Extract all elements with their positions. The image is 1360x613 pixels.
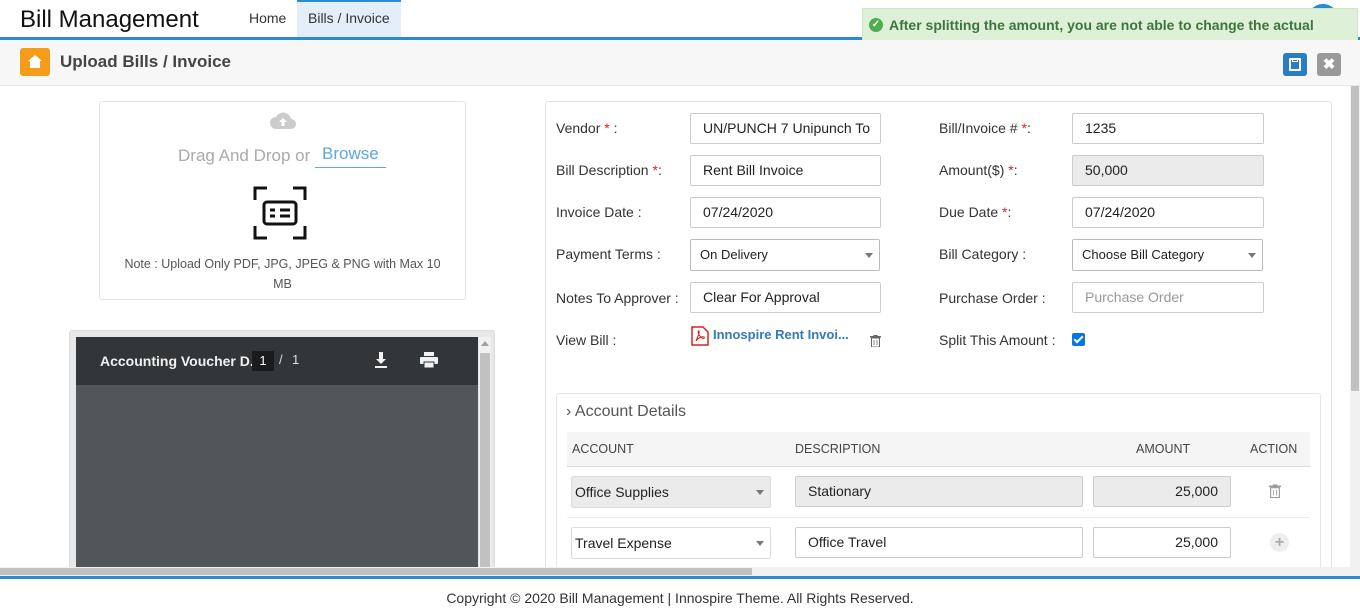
col-amount: AMOUNT xyxy=(1136,442,1191,456)
account-select: Office Supplies xyxy=(571,476,771,508)
page-horizontal-scrollbar[interactable] xyxy=(0,567,1360,576)
pdf-page-separator: / xyxy=(279,352,283,367)
print-icon[interactable] xyxy=(420,352,438,368)
close-button[interactable]: ✖ xyxy=(1317,53,1341,76)
chevron-down-icon xyxy=(1248,253,1256,258)
app-title: Bill Management xyxy=(20,6,199,33)
notes-to-approver-input[interactable]: Clear For Approval xyxy=(690,282,881,313)
amount-input[interactable]: 25,000 xyxy=(1093,527,1231,558)
bill-number-input[interactable]: 1235 xyxy=(1072,113,1264,144)
payment-terms-select[interactable]: On Delivery xyxy=(690,239,880,271)
purchase-order-input[interactable]: Purchase Order xyxy=(1072,282,1264,313)
add-row-button[interactable]: + xyxy=(1270,533,1289,552)
col-account: ACCOUNT xyxy=(572,442,634,456)
save-button[interactable] xyxy=(1283,53,1307,76)
vendor-input[interactable]: UN/PUNCH 7 Unipunch To xyxy=(690,113,881,144)
account-value: Office Supplies xyxy=(575,484,669,500)
pdf-page-input[interactable]: 1 xyxy=(252,351,274,371)
description-input[interactable]: Office Travel xyxy=(795,527,1083,558)
vendor-label: Vendor * : xyxy=(556,120,618,136)
home-button[interactable] xyxy=(20,48,50,76)
upload-dropzone[interactable]: Drag And Drop or Browse Note : Upload On… xyxy=(99,101,466,300)
pdf-title: Accounting Voucher D... xyxy=(100,353,262,369)
bill-category-select[interactable]: Choose Bill Category xyxy=(1072,239,1263,271)
payment-terms-value: On Delivery xyxy=(700,247,768,262)
pdf-total-pages: 1 xyxy=(292,352,300,367)
row-divider xyxy=(567,517,1310,518)
chevron-down-icon xyxy=(756,490,764,495)
account-details-toggle[interactable]: › Account Details xyxy=(566,403,686,421)
due-date-label: Due Date *: xyxy=(939,204,1012,220)
split-amount-label: Split This Amount : xyxy=(939,332,1056,348)
nav-bills-invoice[interactable]: Bills / Invoice xyxy=(297,0,401,37)
upload-note: Note : Upload Only PDF, JPG, JPEG & PNG … xyxy=(124,257,441,291)
cloud-upload-icon xyxy=(270,112,296,129)
bill-description-input[interactable]: Rent Bill Invoice xyxy=(690,155,881,186)
scroll-up-arrow-icon[interactable] xyxy=(481,341,489,346)
split-amount-checkbox[interactable] xyxy=(1072,333,1085,346)
footer-copyright: Copyright © 2020 Bill Management | Innos… xyxy=(446,590,914,606)
account-select[interactable]: Travel Expense xyxy=(571,527,771,559)
page-header: Upload Bills / Invoice ✖ xyxy=(0,40,1360,86)
amount-label: Amount($) *: xyxy=(939,162,1018,178)
col-description: DESCRIPTION xyxy=(795,442,881,456)
col-action: ACTION xyxy=(1250,442,1298,456)
bill-number-label: Bill/Invoice # *: xyxy=(939,120,1031,136)
account-value: Travel Expense xyxy=(575,535,672,551)
view-bill-label: View Bill : xyxy=(556,332,617,348)
check-circle-icon: ✓ xyxy=(869,18,883,32)
browse-button[interactable]: Browse xyxy=(315,142,386,168)
pdf-scrollbar[interactable] xyxy=(479,337,491,583)
drag-drop-text: Drag And Drop or xyxy=(178,146,311,165)
pdf-toolbar: Accounting Voucher D... 1 / 1 xyxy=(76,337,478,385)
pdf-canvas: Accounting Voucher D... 1 / 1 xyxy=(76,337,478,587)
page-vertical-scrollbar[interactable] xyxy=(1350,86,1360,568)
chevron-down-icon xyxy=(865,253,873,258)
amount-input: 50,000 xyxy=(1072,155,1264,186)
nav-home[interactable]: Home xyxy=(238,0,297,37)
bill-category-value: Choose Bill Category xyxy=(1082,247,1205,262)
description-input: Stationary xyxy=(795,476,1083,507)
invoice-date-label: Invoice Date : xyxy=(556,204,642,220)
notes-to-approver-label: Notes To Approver : xyxy=(556,290,679,306)
bill-file-link[interactable]: Innospire Rent Invoi... xyxy=(713,327,849,342)
success-toast: ✓ After splitting the amount, you are no… xyxy=(862,8,1358,66)
page-title: Upload Bills / Invoice xyxy=(60,52,231,71)
pdf-preview: Accounting Voucher D... 1 / 1 xyxy=(69,330,495,587)
purchase-order-label: Purchase Order : xyxy=(939,290,1046,306)
bill-description-label: Bill Description *: xyxy=(556,162,662,178)
invoice-date-input[interactable]: 07/24/2020 xyxy=(690,197,881,228)
account-table-header xyxy=(567,432,1310,467)
bill-category-label: Bill Category : xyxy=(939,246,1027,262)
due-date-input[interactable]: 07/24/2020 xyxy=(1072,197,1264,228)
document-scan-icon xyxy=(253,186,307,240)
footer: Copyright © 2020 Bill Management | Innos… xyxy=(0,576,1360,613)
chevron-down-icon xyxy=(756,541,764,546)
delete-file-icon[interactable] xyxy=(870,335,881,347)
payment-terms-label: Payment Terms : xyxy=(556,246,661,262)
amount-input: 25,000 xyxy=(1093,476,1231,507)
pdf-file-icon xyxy=(691,326,709,346)
download-icon[interactable] xyxy=(374,351,388,369)
trash-icon[interactable] xyxy=(1269,484,1281,498)
